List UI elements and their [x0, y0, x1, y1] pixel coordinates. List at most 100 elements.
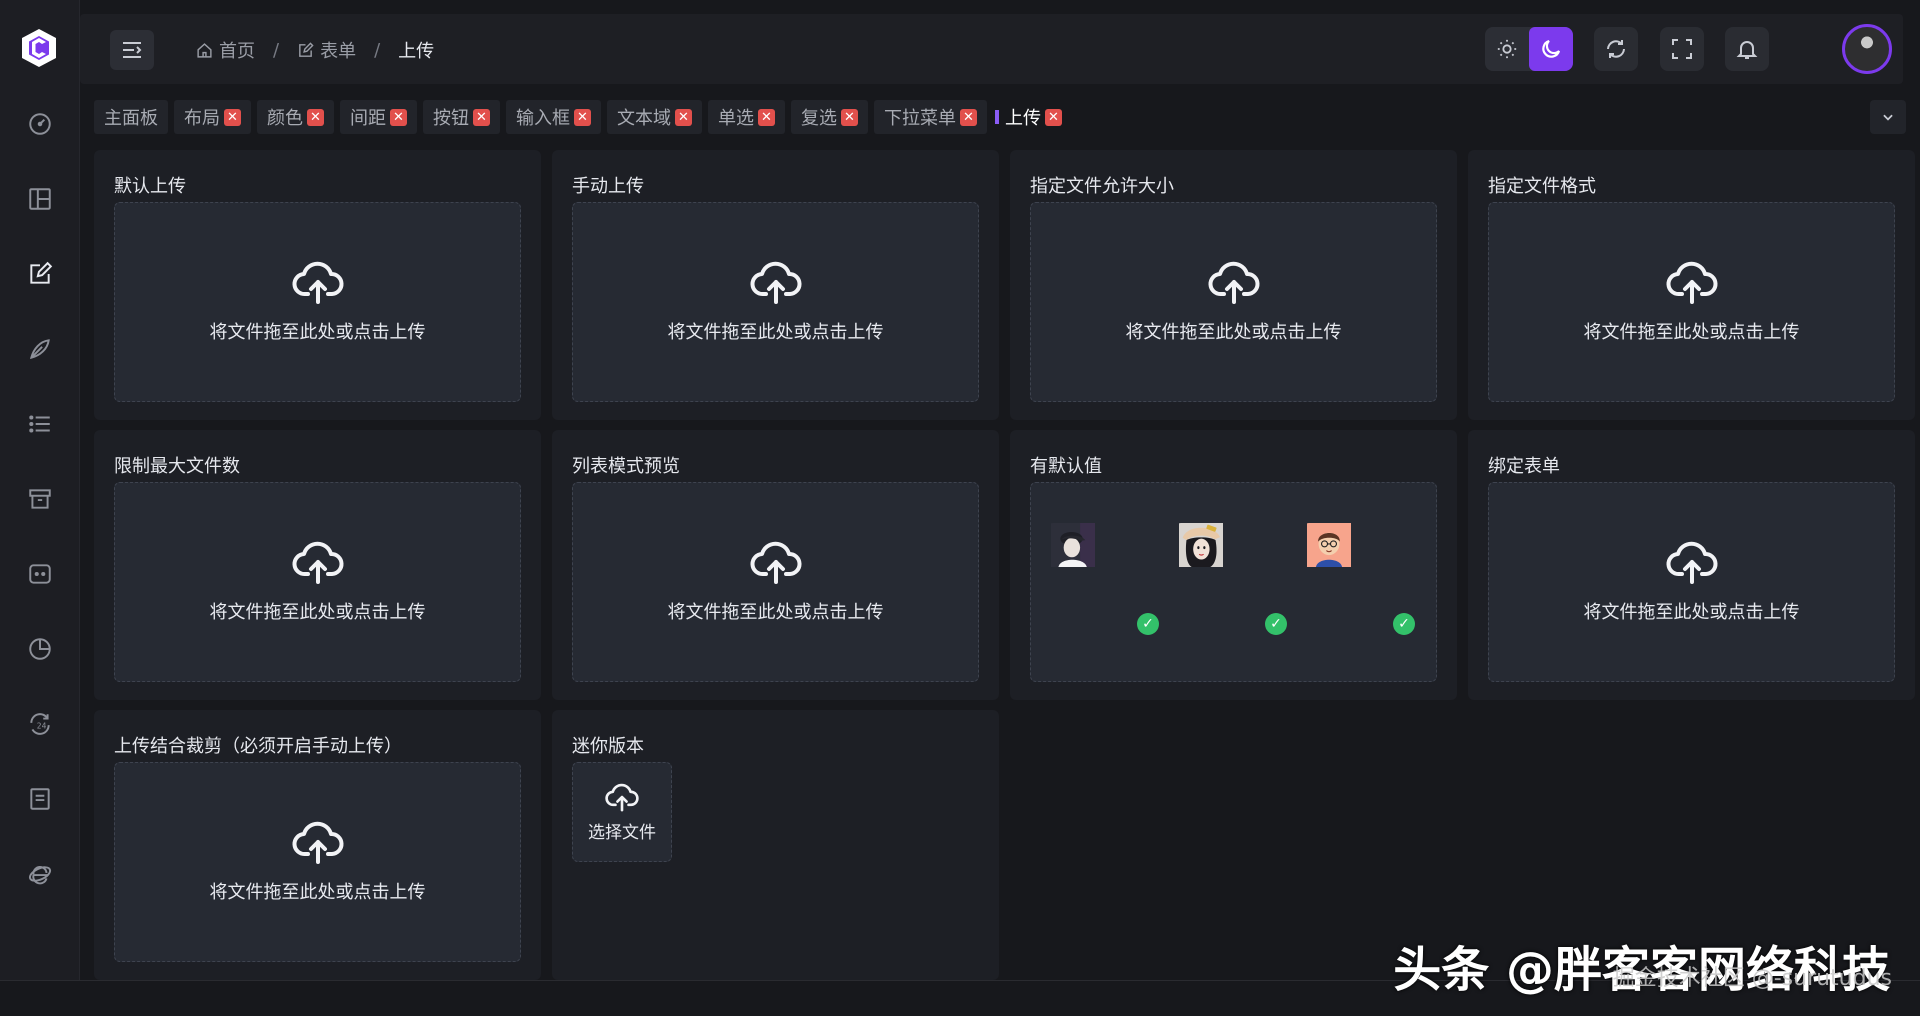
fullscreen-icon [1672, 39, 1692, 59]
tab-radio[interactable]: 单选 ✕ [708, 100, 785, 134]
tab-color[interactable]: 颜色 ✕ [257, 100, 334, 134]
mini-upload-button[interactable]: 选择文件 [572, 762, 672, 862]
watermark-sub: 掘金技术社区 @-surutudus [1612, 966, 1892, 991]
active-indicator [995, 110, 999, 124]
list-icon[interactable] [22, 406, 58, 442]
card-title: 绑定表单 [1488, 456, 1560, 477]
tab-label: 输入框 [516, 108, 570, 129]
dashboard-icon[interactable] [22, 106, 58, 142]
archive-icon[interactable] [22, 481, 58, 517]
tab-input[interactable]: 输入框 ✕ [506, 100, 601, 134]
cloud-upload-icon [1666, 541, 1717, 584]
breadcrumb-label: 表单 [320, 41, 357, 62]
portrait-image [1307, 523, 1351, 567]
bell-icon [1736, 41, 1758, 59]
close-icon[interactable]: ✕ [574, 108, 591, 126]
upload-card-format: 指定文件格式 将文件拖至此处或点击上传 [1468, 150, 1915, 420]
tab-upload[interactable]: 上传 ✕ [993, 100, 1072, 134]
card-title: 手动上传 [572, 176, 644, 197]
breadcrumb-form[interactable]: 表单 [297, 37, 356, 63]
tab-button[interactable]: 按钮 ✕ [423, 100, 500, 134]
dropzone-text: 将文件拖至此处或点击上传 [667, 602, 884, 623]
tab-dropdown[interactable]: 下拉菜单 ✕ [874, 100, 987, 134]
dropzone-text: 将文件拖至此处或点击上传 [1125, 322, 1342, 343]
feather-icon[interactable] [22, 331, 58, 367]
uploaded-image-2[interactable]: ✓ [1175, 523, 1293, 641]
pie-chart-icon[interactable] [22, 631, 58, 667]
home-icon [197, 42, 212, 58]
upload-card-manual: 手动上传 将文件拖至此处或点击上传 [552, 150, 999, 420]
tab-layout[interactable]: 布局 ✕ [174, 100, 251, 134]
tab-label: 布局 [184, 108, 220, 129]
breadcrumb-home[interactable]: 首页 [196, 37, 255, 63]
upload-dropzone[interactable]: 将文件拖至此处或点击上传 [1030, 202, 1437, 402]
upload-card-max: 限制最大文件数 将文件拖至此处或点击上传 [94, 430, 541, 700]
close-icon[interactable]: ✕ [473, 108, 490, 126]
refresh-button[interactable] [1594, 27, 1638, 71]
dropzone-text: 将文件拖至此处或点击上传 [1583, 602, 1800, 623]
close-icon[interactable]: ✕ [675, 108, 692, 126]
breadcrumb-separator: / [374, 39, 381, 61]
app-logo[interactable] [20, 27, 58, 69]
uploaded-image-3[interactable]: ✓ [1303, 523, 1421, 641]
card-title: 上传结合裁剪（必须开启手动上传） [114, 736, 402, 757]
tabs-bar: 主面板 布局 ✕ 颜色 ✕ 间距 ✕ 按钮 ✕ 输入框 ✕ 文本域 ✕ 单选 ✕ 复选 ✕ 下拉… [94, 100, 1072, 134]
close-icon[interactable]: ✕ [307, 108, 324, 126]
breadcrumb-label: 首页 [219, 41, 255, 62]
top-header: 首页 / 表单 / 上传 [80, 14, 1903, 84]
document-icon[interactable] [22, 781, 58, 817]
sun-icon [1497, 39, 1517, 59]
notification-button[interactable] [1725, 27, 1769, 71]
tab-checkbox[interactable]: 复选 ✕ [791, 100, 868, 134]
layout-icon[interactable] [22, 181, 58, 217]
breadcrumb-separator: / [273, 39, 280, 61]
upload-card-defaults: 有默认值 ✓ ✓ ✓ [1010, 430, 1457, 700]
cloud-upload-icon [1208, 261, 1259, 304]
theme-switch [1485, 27, 1573, 71]
cloud-upload-icon [292, 541, 343, 584]
close-icon[interactable]: ✕ [841, 108, 858, 126]
tabs-more-button[interactable] [1870, 100, 1906, 134]
upload-dropzone[interactable]: 将文件拖至此处或点击上传 [114, 202, 521, 402]
close-icon[interactable]: ✕ [758, 108, 775, 126]
upload-dropzone[interactable]: 将文件拖至此处或点击上传 [572, 202, 979, 402]
history-24-icon[interactable]: 24 [22, 706, 58, 742]
dropzone-text: 将文件拖至此处或点击上传 [209, 882, 426, 903]
card-title: 指定文件格式 [1488, 176, 1596, 197]
upload-dropzone[interactable]: 将文件拖至此处或点击上传 [572, 482, 979, 682]
close-icon[interactable]: ✕ [224, 108, 241, 126]
dark-theme-button[interactable] [1529, 27, 1573, 71]
mini-upload-label: 选择文件 [588, 822, 656, 843]
sidebar: 24 [0, 0, 80, 980]
close-icon[interactable]: ✕ [960, 108, 977, 126]
form-edit-icon[interactable] [22, 256, 58, 292]
fullscreen-button[interactable] [1660, 27, 1704, 71]
upload-dropzone[interactable]: 将文件拖至此处或点击上传 [114, 482, 521, 682]
tab-textarea[interactable]: 文本域 ✕ [607, 100, 702, 134]
cloud-upload-icon [1666, 261, 1717, 304]
dropzone-text: 将文件拖至此处或点击上传 [209, 602, 426, 623]
tab-label: 上传 [1005, 108, 1041, 129]
light-theme-button[interactable] [1485, 27, 1529, 71]
tab-dashboard[interactable]: 主面板 [94, 100, 168, 134]
upload-success-icon: ✓ [1393, 613, 1415, 635]
portrait-image [1179, 523, 1223, 567]
upload-dropzone[interactable]: 将文件拖至此处或点击上传 [114, 762, 521, 962]
close-icon[interactable]: ✕ [1045, 108, 1062, 126]
message-icon[interactable] [22, 556, 58, 592]
sidebar-toggle-button[interactable] [110, 30, 154, 70]
upload-dropzone[interactable]: 将文件拖至此处或点击上传 [1488, 482, 1895, 682]
dropzone-text: 将文件拖至此处或点击上传 [209, 322, 426, 343]
card-title: 列表模式预览 [572, 456, 680, 477]
user-avatar[interactable] [1842, 24, 1892, 74]
browser-e-icon[interactable] [22, 856, 58, 892]
upload-card-size: 指定文件允许大小 将文件拖至此处或点击上传 [1010, 150, 1457, 420]
upload-dropzone[interactable]: 将文件拖至此处或点击上传 [1488, 202, 1895, 402]
card-title: 指定文件允许大小 [1030, 176, 1174, 197]
uploaded-file-list: ✓ ✓ ✓ [1030, 482, 1437, 682]
tab-spacing[interactable]: 间距 ✕ [340, 100, 417, 134]
cloud-upload-icon [292, 261, 343, 304]
uploaded-image-1[interactable]: ✓ [1047, 523, 1165, 641]
close-icon[interactable]: ✕ [390, 108, 407, 126]
breadcrumb: 首页 / 表单 / 上传 [196, 38, 434, 62]
